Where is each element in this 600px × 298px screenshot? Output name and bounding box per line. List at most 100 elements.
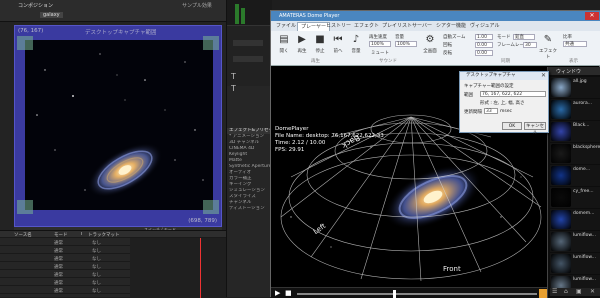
- col-source: ソース名: [14, 233, 32, 238]
- range-input[interactable]: 76, 167, 622, 622: [480, 91, 546, 97]
- flip-field[interactable]: 0.00: [475, 50, 493, 56]
- cancel-button[interactable]: キャンセル: [524, 122, 546, 136]
- play-button[interactable]: ▶ 再生: [293, 34, 311, 58]
- lock-icon[interactable]: ▣: [576, 288, 582, 295]
- mode-label: モード: [497, 35, 511, 40]
- volume-field[interactable]: 100%: [395, 41, 417, 47]
- prev-icon: ⏮: [333, 34, 343, 45]
- playlist-item[interactable]: lumiflow...: [550, 231, 600, 252]
- dialog-section-label: キャプチャー範囲の設定: [464, 84, 514, 89]
- dialog-title: デスクトップキャプチャ: [460, 72, 548, 80]
- layer-mode[interactable]: 通常: [54, 288, 63, 294]
- seek-bar[interactable]: [297, 290, 537, 298]
- playlist-item[interactable]: all.jpg: [550, 77, 600, 98]
- mode-field[interactable]: 鉛直: [513, 34, 535, 40]
- layer-mode[interactable]: 通常: [54, 264, 63, 270]
- playhead[interactable]: [200, 238, 201, 298]
- layer-track[interactable]: なし: [92, 280, 101, 286]
- effect-button[interactable]: ✎ エフェクト: [539, 34, 557, 60]
- tab-2[interactable]: ヒストリー: [323, 22, 354, 31]
- col-trackmatte: トラックマット: [88, 233, 120, 238]
- playlist-item-name: blacksphere...: [573, 145, 600, 150]
- ok-button[interactable]: OK: [502, 122, 522, 130]
- handle-top-right[interactable]: [203, 36, 219, 50]
- playlist-item[interactable]: aurora...: [550, 99, 600, 120]
- layer-track[interactable]: なし: [92, 256, 101, 262]
- handle-bottom-right[interactable]: [203, 200, 219, 214]
- close-icon[interactable]: ✕: [585, 12, 599, 20]
- play-icon[interactable]: ▶: [275, 289, 280, 297]
- prev-button[interactable]: ⏮ 前へ: [329, 34, 347, 58]
- tab-3[interactable]: エフェクト: [351, 22, 382, 31]
- handle-bottom-left[interactable]: [17, 200, 33, 214]
- ribbon-tabs: ファイル プレーヤー ヒストリー エフェクト プレイリスト サーバー シアター機能 ヴィジュア…: [271, 21, 600, 31]
- playlist-thumbnail: [551, 254, 571, 273]
- delete-icon[interactable]: ✕: [590, 288, 595, 295]
- open-button[interactable]: ▤ 開く: [275, 34, 293, 58]
- stop-button[interactable]: ■ 停止: [311, 34, 329, 58]
- playlist-item[interactable]: cy_free...: [550, 187, 600, 208]
- interval-unit: msec: [500, 109, 512, 114]
- dialog-close-icon[interactable]: ✕: [541, 72, 546, 79]
- timeline-header: ソース名 モード T トラックマット: [0, 231, 226, 238]
- capture-dialog: デスクトップキャプチャ ✕ キャプチャー範囲の設定 範囲 76, 167, 62…: [459, 71, 549, 136]
- tab-7[interactable]: ヴィジュアル: [467, 22, 503, 31]
- playlist-item[interactable]: domem...: [550, 209, 600, 230]
- effect-category-item[interactable]: ディストーション: [227, 206, 272, 212]
- auto-zoom-field[interactable]: 1.00: [475, 34, 493, 40]
- aspect-field[interactable]: 共通: [563, 41, 587, 47]
- mute-label[interactable]: ミュート: [371, 50, 389, 56]
- composition-viewer[interactable]: デスクトップキャプチャ範囲 (76, 167) (698, 789): [14, 25, 222, 227]
- playlist-item-name: lumiflow...: [573, 277, 596, 282]
- speed-field[interactable]: 100%: [369, 41, 391, 47]
- folder-icon: ▤: [279, 34, 289, 45]
- fullscreen-button[interactable]: ⚙ 全画面: [421, 34, 439, 58]
- playlist-item[interactable]: dome...: [550, 165, 600, 186]
- handle-top-left[interactable]: [17, 36, 33, 50]
- play-icon: ▶: [298, 34, 306, 45]
- rotation-field[interactable]: 0.00: [475, 42, 493, 48]
- layer-track[interactable]: なし: [92, 240, 101, 246]
- playlist-item[interactable]: Black...: [550, 121, 600, 142]
- play-group-label: 再生: [311, 59, 320, 64]
- sync-group-label: 同期: [501, 59, 510, 64]
- info-line-2: File Name: desktop: 76,167,622,622,33: [275, 133, 384, 139]
- tab-6[interactable]: シアター機能: [433, 22, 469, 31]
- fps-field[interactable]: 30: [523, 42, 537, 48]
- list-icon[interactable]: ☰: [552, 288, 557, 295]
- layer-mode[interactable]: 通常: [54, 280, 63, 286]
- comp-tab[interactable]: galaxy: [40, 12, 63, 18]
- dome-player-window: AMATERAS Dome Player ✕ ファイル プレーヤー ヒストリー エフェ…: [270, 10, 600, 298]
- info-line-3: Time: 2.12 / 10.00: [275, 140, 326, 146]
- playlist-item[interactable]: blacksphere...: [550, 143, 600, 164]
- layer-track[interactable]: なし: [92, 288, 101, 294]
- layer-mode[interactable]: 通常: [54, 240, 63, 246]
- playlist-thumbnail: [551, 232, 571, 251]
- layer-track[interactable]: なし: [92, 264, 101, 270]
- playlist-item[interactable]: lumiflow...: [550, 253, 600, 274]
- layer-mode[interactable]: 通常: [54, 272, 63, 278]
- layer-mode[interactable]: 通常: [54, 256, 63, 262]
- layer-track[interactable]: なし: [92, 272, 101, 278]
- stop-icon[interactable]: ■: [285, 289, 292, 297]
- volume-button[interactable]: ♪ 音量: [347, 34, 365, 58]
- timeline-tracks[interactable]: [130, 238, 226, 298]
- effects-label: サンプル効果: [182, 3, 212, 9]
- comp-menu-label[interactable]: コンポジション: [18, 2, 53, 9]
- playlist-item-name: cy_free...: [573, 189, 594, 194]
- layer-mode[interactable]: 通常: [54, 248, 63, 254]
- window-titlebar: AMATERAS Dome Player ✕: [271, 11, 600, 21]
- layer-track[interactable]: なし: [92, 248, 101, 254]
- flip-label: 反転: [443, 51, 452, 56]
- interval-input[interactable]: 33: [484, 108, 498, 114]
- rotation-label: 回転: [443, 43, 452, 48]
- home-icon[interactable]: ⌂: [564, 288, 568, 295]
- tab-0[interactable]: ファイル: [273, 22, 299, 31]
- tab-5[interactable]: サーバー: [409, 22, 435, 31]
- playlist-item-name: aurora...: [573, 101, 593, 106]
- gear-icon: ⚙: [425, 34, 435, 45]
- playlist-item-name: all.jpg: [573, 79, 587, 84]
- ribbon-toolbar: ▤ 開く ▶ 再生 ■ 停止 ⏮ 前へ ♪ 音量 再生 再生速度 100% 音量 100%…: [271, 31, 600, 66]
- playlist-thumbnail: [551, 122, 571, 141]
- properties-area: T T: [227, 26, 272, 93]
